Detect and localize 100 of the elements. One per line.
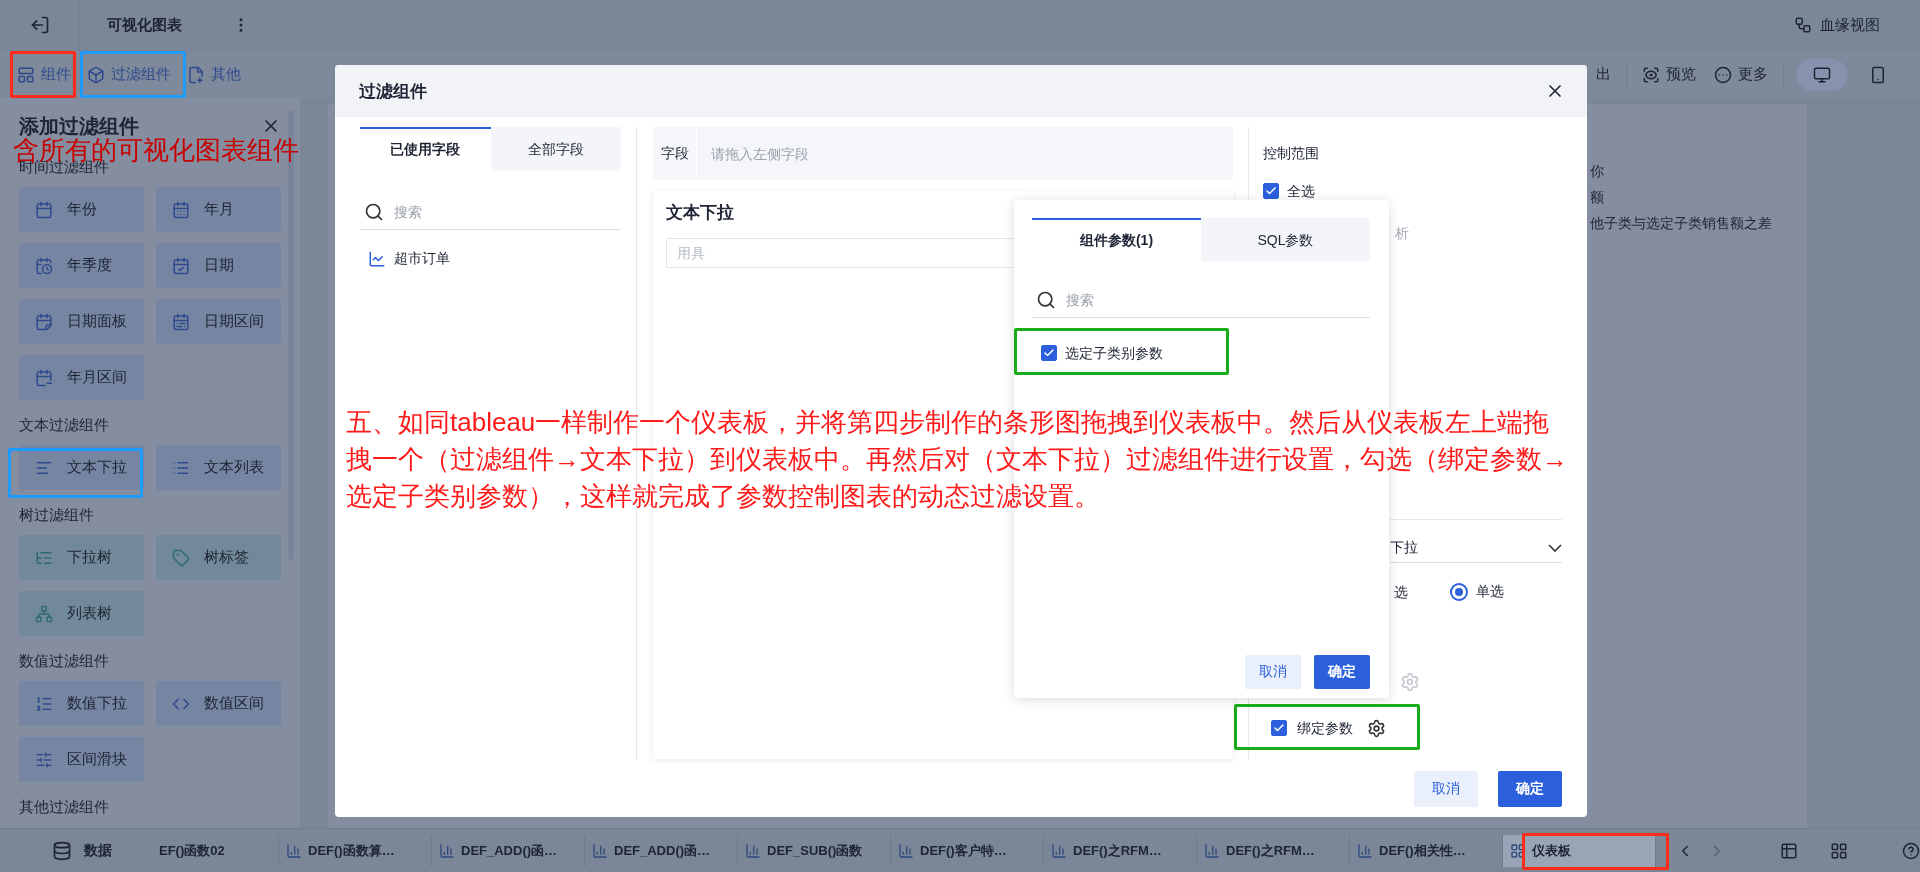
- canvas-text: 他子类与选定子类销售额之差: [1590, 214, 1773, 233]
- radio-option[interactable]: 单选: [1450, 583, 1504, 601]
- file-plus-icon: [187, 65, 205, 84]
- component-button[interactable]: 列表树: [19, 591, 144, 636]
- field-drop-zone[interactable]: 字段 请拖入左侧字段: [653, 127, 1233, 180]
- bar-chart-icon: [1357, 842, 1373, 859]
- annotation-note: 拽一个（过滤组件→文本下拉）到仪表板中。再然后对（文本下拉）过滤组件进行设置，勾选（绑定参数→: [346, 443, 1568, 476]
- section-title: 其他过滤组件: [19, 797, 109, 817]
- cancel-button[interactable]: 取消: [1245, 655, 1301, 689]
- annotation-note: 五、如同tableau一样制作一个仪表板，并将第四步制作的条形图拖拽到仪表板中。然后从仪表板左上端拖: [346, 406, 1550, 439]
- calendar-icon: [35, 200, 53, 219]
- lineage-link[interactable]: 血缘视图: [1794, 15, 1880, 35]
- panel-title: 添加过滤组件: [19, 114, 139, 138]
- sheet-tab[interactable]: DEF()客户特…: [891, 834, 1044, 867]
- component-button[interactable]: 年季度: [19, 243, 144, 288]
- dataset-item[interactable]: 超市订单: [360, 244, 621, 274]
- select-all-option[interactable]: 全选: [1263, 181, 1315, 201]
- field-tab[interactable]: 全部字段: [490, 127, 621, 171]
- option-label: 选定子类别参数: [1065, 344, 1163, 363]
- grid-icon[interactable]: [1830, 841, 1848, 860]
- phone-icon: [1869, 65, 1887, 84]
- numbered-list-icon: [35, 694, 53, 713]
- option-label: 绑定参数: [1297, 719, 1353, 738]
- search-field[interactable]: 搜索: [360, 194, 621, 230]
- toolbar-button[interactable]: 其他: [184, 59, 244, 90]
- component-button[interactable]: 年月: [156, 187, 281, 232]
- calendar-icon: [172, 200, 190, 219]
- confirm-button[interactable]: 确定: [1314, 655, 1370, 689]
- component-button[interactable]: 数值区间: [156, 681, 281, 726]
- scope-label: 控制范围: [1263, 144, 1319, 163]
- component-button[interactable]: 年月区间: [19, 355, 144, 400]
- bar-chart-icon: [592, 842, 608, 859]
- bar-chart-icon: [1051, 842, 1067, 859]
- help-icon[interactable]: [1902, 841, 1920, 860]
- table-icon[interactable]: [1780, 841, 1798, 860]
- field-label: 字段: [653, 127, 697, 180]
- calendar-icon: [172, 256, 190, 275]
- monitor-icon: [1813, 65, 1831, 84]
- toolbar-button[interactable]: 出: [1593, 59, 1614, 90]
- component-button[interactable]: 下拉树: [19, 535, 144, 580]
- section-title: 树过滤组件: [19, 505, 94, 525]
- bar-chart-icon: [439, 842, 455, 859]
- search-input[interactable]: 搜索: [1064, 290, 1370, 309]
- eye-icon: [1642, 65, 1660, 84]
- param-tab[interactable]: SQL参数: [1201, 218, 1370, 261]
- search-field[interactable]: 搜索: [1032, 282, 1370, 318]
- component-button[interactable]: 日期: [156, 243, 281, 288]
- bar-chart-icon: [1204, 842, 1220, 859]
- component-button[interactable]: 日期区间: [156, 299, 281, 344]
- bar-chart-icon: [745, 842, 761, 859]
- component-button[interactable]: 文本下拉: [19, 445, 144, 490]
- more-icon: [1714, 65, 1732, 84]
- tag-icon: [172, 548, 190, 567]
- exit-icon[interactable]: [29, 15, 50, 35]
- hint-text: 析: [1395, 224, 1409, 243]
- line-chart-icon: [368, 250, 386, 268]
- sheet-tab[interactable]: DEF()函数算…: [279, 834, 432, 867]
- toolbar-button[interactable]: 更多: [1711, 59, 1771, 90]
- radio[interactable]: [1450, 583, 1468, 601]
- sheet-tab[interactable]: DEF_ADD()函…: [585, 834, 738, 867]
- cancel-button[interactable]: 取消: [1414, 770, 1478, 807]
- cube-icon: [87, 65, 105, 84]
- sheet-tab[interactable]: DEF_ADD()函…: [432, 834, 585, 867]
- sheet-tab[interactable]: DEF()之RFM…: [1197, 834, 1350, 867]
- check-icon: [1265, 185, 1277, 197]
- component-button[interactable]: 日期面板: [19, 299, 144, 344]
- confirm-button[interactable]: 确定: [1498, 770, 1562, 807]
- search-icon: [1036, 289, 1056, 310]
- section-title: 文本过滤组件: [19, 415, 109, 435]
- component-button[interactable]: 数值下拉: [19, 681, 144, 726]
- desktop-view-button[interactable]: [1796, 58, 1848, 91]
- check-icon: [1043, 347, 1055, 359]
- type-select[interactable]: 下拉: [1390, 533, 1562, 563]
- component-button[interactable]: 区间滑块: [19, 737, 144, 782]
- toolbar-button[interactable]: 预览: [1639, 59, 1699, 90]
- sheet-tab[interactable]: EF()函数02: [144, 834, 279, 867]
- checkbox[interactable]: [1271, 720, 1287, 736]
- sheet-tab[interactable]: DEF_SUB()函数: [738, 834, 891, 867]
- calendar-icon: [35, 312, 53, 331]
- canvas-text: 你: [1590, 162, 1605, 181]
- component-button[interactable]: 树标签: [156, 535, 281, 580]
- panel-plus-icon: [17, 65, 35, 84]
- checkbox[interactable]: [1263, 183, 1279, 199]
- component-button[interactable]: 年份: [19, 187, 144, 232]
- slider-icon: [35, 750, 53, 769]
- data-tab[interactable]: 数据: [0, 828, 144, 872]
- component-button[interactable]: 文本列表: [156, 445, 281, 490]
- canvas-text: 额: [1590, 188, 1605, 207]
- tree-icon: [35, 604, 53, 623]
- check-icon: [1273, 722, 1285, 734]
- toolbar-button[interactable]: 过滤组件: [84, 59, 174, 90]
- sheet-tab[interactable]: DEF()之RFM…: [1044, 834, 1197, 867]
- settings-icon[interactable]: [1367, 718, 1386, 738]
- search-input[interactable]: 搜索: [392, 202, 621, 221]
- search-icon: [364, 201, 384, 222]
- bar-chart-icon: [898, 842, 914, 859]
- field-input[interactable]: 请拖入左侧字段: [709, 144, 1233, 163]
- sheet-tab[interactable]: 仪表板: [1503, 834, 1656, 867]
- checkbox[interactable]: [1041, 345, 1057, 361]
- toolbar-button[interactable]: 组件: [14, 59, 74, 90]
